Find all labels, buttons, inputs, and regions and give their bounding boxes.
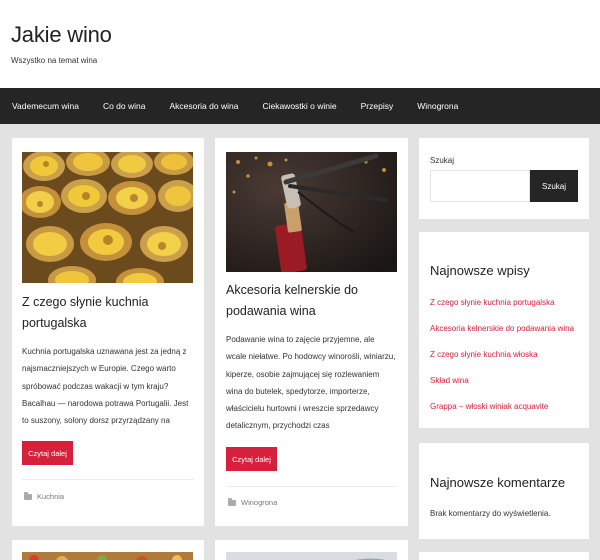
post-category: Winogrona bbox=[228, 498, 277, 507]
post-card bbox=[215, 540, 408, 560]
excerpt-line: detalicznym, przychodzi czas bbox=[226, 421, 330, 431]
recent-post-link[interactable]: Grappa – włoski winiak acquavite bbox=[430, 402, 548, 411]
category-link[interactable]: Winogrona bbox=[241, 498, 277, 507]
post-thumbnail-corkscrew[interactable] bbox=[226, 152, 397, 272]
recent-post-link[interactable]: Skład wina bbox=[430, 376, 469, 385]
search-widget: Szukaj Szukaj bbox=[419, 138, 589, 219]
nav-item-co-do-wina[interactable]: Co do wina bbox=[103, 101, 146, 111]
folder-icon bbox=[228, 498, 236, 506]
excerpt-line: Bacalhau — narodowa potrawa Portugalii. … bbox=[22, 398, 189, 408]
recent-posts-widget: Najnowsze wpisy Z czego słynie kuchnia p… bbox=[419, 232, 589, 428]
post-card: Z czego słynie kuchnia portugalska Kuchn… bbox=[12, 138, 204, 526]
widget-title: Najnowsze wpisy bbox=[430, 263, 530, 278]
post-excerpt: Kuchnia portugalska uznawana jest za jed… bbox=[22, 343, 200, 429]
post-divider bbox=[226, 486, 397, 487]
site-header: Jakie wino Wszystko na temat wina bbox=[0, 0, 600, 88]
excerpt-line: właścicielu hurtowni i wreszcie sprzedaw… bbox=[226, 404, 379, 414]
post-thumbnail[interactable] bbox=[226, 552, 397, 560]
folder-icon bbox=[24, 492, 32, 500]
corkscrew-image bbox=[226, 152, 397, 272]
post-title-line2[interactable]: podawania wina bbox=[226, 304, 316, 318]
excerpt-line: wcale niełatwe. Po hodowcy winorośli, wi… bbox=[226, 352, 396, 362]
post-title[interactable]: Z czego słynie kuchnia portugalska bbox=[22, 292, 197, 334]
excerpt-line: spróbować podczas wakacji w tym kraju? bbox=[22, 381, 169, 391]
recent-post-link[interactable]: Z czego słynie kuchnia włoska bbox=[430, 350, 538, 359]
post-thumbnail[interactable] bbox=[22, 552, 193, 560]
recent-comments-widget: Najnowsze komentarze Brak komentarzy do … bbox=[419, 443, 589, 539]
post-excerpt: Podawanie wina to zajęcie przyjemne, ale… bbox=[226, 331, 406, 435]
nav-item-vademecum[interactable]: Vademecum wina bbox=[12, 101, 79, 111]
post-title-line1[interactable]: Akcesoria kelnerskie do bbox=[226, 283, 358, 297]
search-label: Szukaj bbox=[430, 156, 455, 165]
excerpt-line: najsmaczniejszych w Europie. Czego warto bbox=[22, 364, 176, 374]
post-title[interactable]: Akcesoria kelnerskie do podawania wina bbox=[226, 280, 401, 322]
excerpt-line: to suszony, solony dorsz przyrządzany na bbox=[22, 416, 170, 426]
recent-post-link[interactable]: Akcesoria kelnerskie do podawania wina bbox=[430, 324, 574, 333]
recent-post-link[interactable]: Z czego słynie kuchnia portugalska bbox=[430, 298, 555, 307]
post-card bbox=[12, 540, 204, 560]
excerpt-line: kiperze, osobie zajmującej się rozlewani… bbox=[226, 369, 380, 379]
sidebar-widget bbox=[419, 552, 589, 560]
excerpt-line: Podawanie wina to zajęcie przyjemne, ale bbox=[226, 335, 375, 344]
food-image bbox=[22, 552, 193, 560]
search-input[interactable] bbox=[430, 170, 530, 202]
post-title-line2[interactable]: portugalska bbox=[22, 316, 87, 330]
nav-item-ciekawostki[interactable]: Ciekawostki o winie bbox=[262, 101, 336, 111]
category-link[interactable]: Kuchnia bbox=[37, 492, 64, 501]
main-navigation: Vademecum wina Co do wina Akcesoria do w… bbox=[0, 88, 600, 124]
pastries-image bbox=[22, 152, 193, 283]
no-comments-text: Brak komentarzy do wyświetlenia. bbox=[430, 509, 551, 518]
read-more-button[interactable]: Czytaj dalej bbox=[22, 441, 73, 465]
excerpt-line: wina do butelek, spedytorze, importerze, bbox=[226, 386, 370, 396]
site-description: Wszystko na temat wina bbox=[11, 56, 98, 65]
search-button[interactable]: Szukaj bbox=[530, 170, 578, 202]
read-more-button[interactable]: Czytaj dalej bbox=[226, 447, 277, 471]
post-thumbnail-pasteis[interactable] bbox=[22, 152, 193, 283]
nav-item-winogrona[interactable]: Winogrona bbox=[417, 101, 458, 111]
post-divider bbox=[22, 479, 194, 480]
excerpt-line: Kuchnia portugalska uznawana jest za jed… bbox=[22, 347, 187, 356]
landscape-image bbox=[226, 552, 397, 560]
post-title-line1[interactable]: Z czego słynie kuchnia bbox=[22, 295, 148, 309]
post-card: Akcesoria kelnerskie do podawania wina P… bbox=[215, 138, 408, 526]
post-category: Kuchnia bbox=[24, 492, 64, 501]
widget-title: Najnowsze komentarze bbox=[430, 475, 566, 490]
nav-item-akcesoria[interactable]: Akcesoria do wina bbox=[169, 101, 238, 111]
site-title[interactable]: Jakie wino bbox=[11, 22, 112, 48]
nav-item-przepisy[interactable]: Przepisy bbox=[361, 101, 394, 111]
